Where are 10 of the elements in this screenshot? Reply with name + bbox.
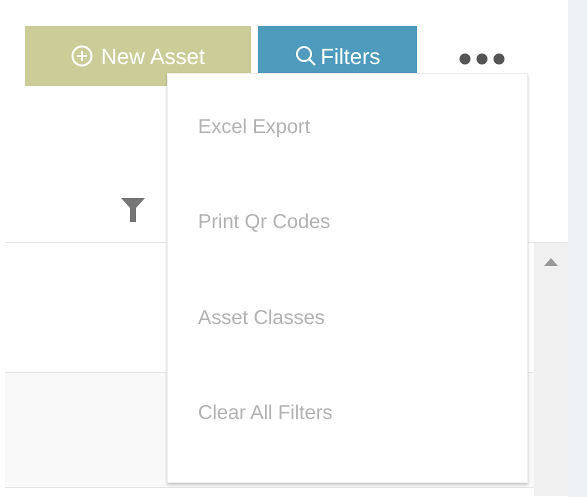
scroll-up-icon[interactable] xyxy=(544,258,558,266)
filter-icon[interactable] xyxy=(120,197,146,223)
menu-item[interactable]: Asset Classes xyxy=(168,292,527,387)
menu-item[interactable]: Print Qr Codes xyxy=(168,196,527,292)
new-asset-button[interactable]: New Asset xyxy=(25,26,251,86)
plus-circle-icon xyxy=(71,45,94,67)
scrollbar[interactable] xyxy=(534,243,568,496)
search-icon xyxy=(294,45,317,67)
more-dots-icon xyxy=(459,53,505,65)
menu-item[interactable]: Excel Export xyxy=(168,101,527,196)
